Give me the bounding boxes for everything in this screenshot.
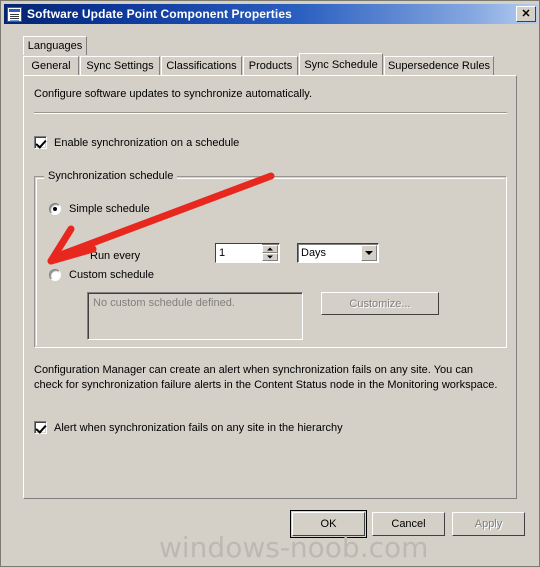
apply-button: Apply <box>452 512 525 536</box>
spinner-up-icon[interactable] <box>262 245 278 253</box>
checkbox-mark-icon <box>34 421 47 434</box>
interval-spinner[interactable]: 1 <box>215 243 280 263</box>
tab-supersedence-rules[interactable]: Supersedence Rules <box>384 56 494 75</box>
title-bar[interactable]: Software Update Point Component Properti… <box>4 4 538 24</box>
alert-on-failure-checkbox[interactable]: Alert when synchronization fails on any … <box>34 421 343 434</box>
run-every-label: Run every <box>90 250 141 262</box>
tab-label: Sync Schedule <box>304 58 378 71</box>
enable-sync-checkbox[interactable]: Enable synchronization on a schedule <box>34 136 239 149</box>
radio-mark-icon <box>49 269 61 281</box>
interval-unit-dropdown[interactable]: Days <box>297 243 379 263</box>
radio-mark-icon <box>49 203 61 215</box>
tab-page-sync-schedule: Configure software updates to synchroniz… <box>23 75 517 499</box>
tab-label: Products <box>248 60 293 72</box>
synchronization-schedule-group: Synchronization schedule Simple schedule… <box>34 170 507 348</box>
tab-languages[interactable]: Languages <box>23 36 87 55</box>
checkbox-mark-icon <box>34 136 47 149</box>
tab-products[interactable]: Products <box>243 56 298 75</box>
customize-button: Customize... <box>321 292 439 315</box>
radio-simple-schedule[interactable]: Simple schedule <box>49 203 150 215</box>
tab-label: Supersedence Rules <box>387 60 491 72</box>
custom-schedule-field: No custom schedule defined. <box>87 292 303 340</box>
window-title: Software Update Point Component Properti… <box>27 7 292 21</box>
divider <box>34 112 507 114</box>
interval-unit-value: Days <box>301 247 327 259</box>
radio-custom-schedule-label: Custom schedule <box>69 269 154 281</box>
dialog-button-row: OK Cancel Apply <box>1 509 540 539</box>
tab-label: General <box>31 60 71 72</box>
tab-general[interactable]: General <box>23 56 79 75</box>
spinner-down-icon[interactable] <box>262 253 278 261</box>
tab-label: Classifications <box>166 60 237 72</box>
tab-sync-schedule[interactable]: Sync Schedule <box>299 53 383 75</box>
group-title: Synchronization schedule <box>44 170 178 182</box>
close-icon[interactable]: ✕ <box>516 6 536 22</box>
enable-sync-label: Enable synchronization on a schedule <box>54 136 240 149</box>
alert-note-text: Configuration Manager can create an aler… <box>34 364 498 391</box>
tab-classifications[interactable]: Classifications <box>161 56 242 75</box>
radio-custom-schedule[interactable]: Custom schedule <box>49 269 154 281</box>
radio-simple-schedule-label: Simple schedule <box>69 203 150 215</box>
tab-label: Languages <box>27 40 83 52</box>
chevron-down-icon[interactable] <box>361 245 377 261</box>
tab-strip: Languages General Sync Settings Classifi… <box>23 36 517 76</box>
interval-value[interactable]: 1 <box>216 244 262 262</box>
spinner-buttons <box>262 245 278 261</box>
alert-on-failure-label: Alert when synchronization fails on any … <box>54 421 343 434</box>
tab-label: Sync Settings <box>86 60 154 72</box>
properties-dialog-window: Software Update Point Component Properti… <box>0 0 540 567</box>
intro-text: Configure software updates to synchroniz… <box>34 88 312 100</box>
ok-button[interactable]: OK <box>290 510 367 538</box>
cancel-button[interactable]: Cancel <box>372 512 445 536</box>
properties-sheet-icon <box>7 6 22 22</box>
tab-sync-settings[interactable]: Sync Settings <box>80 56 160 75</box>
